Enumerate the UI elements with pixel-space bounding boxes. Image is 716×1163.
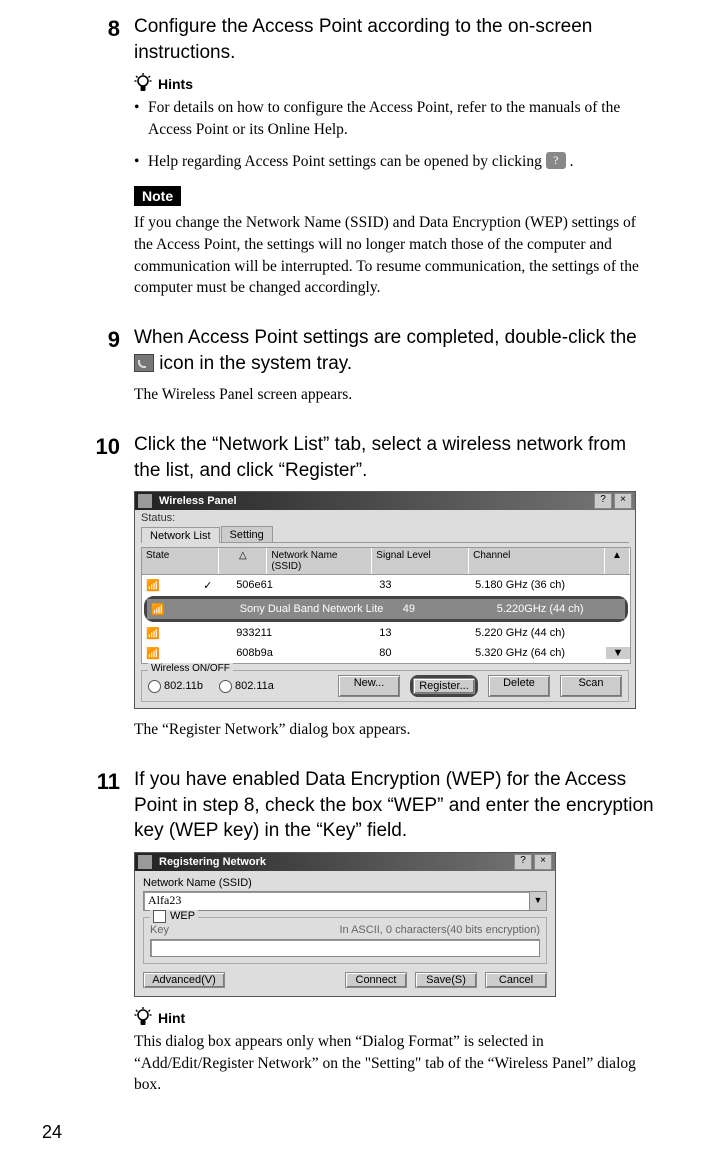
advanced-button[interactable]: Advanced(V)	[143, 972, 225, 988]
lightbulb-icon	[134, 1007, 152, 1029]
close-button[interactable]: ×	[614, 493, 632, 509]
network-icon: 📶	[142, 627, 184, 640]
register-button[interactable]: Register...	[413, 678, 475, 694]
register-network-window: Registering Network ? × Network Name (SS…	[134, 852, 556, 997]
hint1-text: For details on how to configure the Acce…	[148, 97, 656, 140]
scroll-down-button[interactable]: ▼	[606, 647, 630, 659]
selected-row-highlight: 📶 Sony Dual Band Network Lite 49 5.220GH…	[144, 596, 628, 622]
help-button[interactable]: ?	[594, 493, 612, 509]
ssid-label: Network Name (SSID)	[143, 877, 547, 889]
wireless-onoff-group: Wireless ON/OFF 802.11b 802.11a New... R…	[141, 670, 629, 702]
step-9-result: The Wireless Panel screen appears.	[134, 384, 656, 406]
key-input[interactable]	[150, 939, 540, 957]
step-number-11: 11	[40, 767, 134, 1096]
connect-button[interactable]: Connect	[345, 972, 407, 988]
hint-item: • Help regarding Access Point settings c…	[134, 151, 656, 173]
lightbulb-icon	[134, 73, 152, 95]
network-icon: 📶	[142, 647, 184, 660]
help-button[interactable]: ?	[514, 854, 532, 870]
hints-label: Hints	[158, 76, 193, 92]
cancel-button[interactable]: Cancel	[485, 972, 547, 988]
window-app-icon	[138, 494, 152, 508]
col-sort[interactable]: △	[219, 548, 267, 574]
network-table: State △ Network Name (SSID) Signal Level…	[141, 547, 631, 664]
delete-button[interactable]: Delete	[488, 675, 550, 697]
step-9-title: When Access Point settings are completed…	[134, 325, 656, 376]
wep-checkbox[interactable]	[153, 910, 166, 923]
step-number-9: 9	[40, 325, 134, 406]
wep-label: WEP	[170, 910, 195, 922]
network-icon: 📶	[142, 579, 184, 592]
hints-header: Hints	[134, 73, 656, 95]
radio-80211b[interactable]: 802.11b	[148, 680, 203, 693]
table-row[interactable]: 📶 933211 13 5.220 GHz (44 ch)	[142, 623, 630, 643]
radio-80211a[interactable]: 802.11a	[219, 680, 274, 693]
col-signal[interactable]: Signal Level	[372, 548, 469, 574]
save-button[interactable]: Save(S)	[415, 972, 477, 988]
scan-button[interactable]: Scan	[560, 675, 622, 697]
hint2-text: Help regarding Access Point settings can…	[148, 153, 546, 170]
step-number-8: 8	[40, 14, 134, 299]
ssid-select[interactable]: Alfa23 ▼	[143, 891, 547, 911]
step-11-hint: This dialog box appears only when “Dialo…	[134, 1031, 656, 1096]
col-state[interactable]: State	[142, 548, 219, 574]
note-badge: Note	[134, 186, 181, 206]
scroll-up-button[interactable]: ▲	[605, 548, 630, 574]
tab-setting[interactable]: Setting	[221, 526, 273, 542]
chevron-down-icon[interactable]: ▼	[529, 892, 546, 910]
step-10-result: The “Register Network” dialog box appear…	[134, 719, 656, 741]
hint-label: Hint	[158, 1010, 185, 1026]
system-tray-icon	[134, 354, 154, 372]
ssid-value: Alfa23	[144, 892, 529, 910]
table-row[interactable]: 📶 Sony Dual Band Network Lite 49 5.220GH…	[147, 599, 625, 619]
note-text: If you change the Network Name (SSID) an…	[134, 212, 656, 299]
window-title: Wireless Panel	[155, 495, 592, 507]
col-channel[interactable]: Channel	[469, 548, 605, 574]
step-8-title: Configure the Access Point according to …	[134, 14, 656, 65]
page: 8 Configure the Access Point according t…	[0, 0, 716, 1163]
page-number: 24	[42, 1122, 656, 1143]
hint-header: Hint	[134, 1007, 656, 1029]
window-title: Registering Network	[155, 856, 512, 868]
step-11: 11 If you have enabled Data Encryption (…	[40, 767, 656, 1096]
step-11-title: If you have enabled Data Encryption (WEP…	[134, 767, 656, 844]
wireless-onoff-label: Wireless ON/OFF	[148, 663, 233, 674]
close-button[interactable]: ×	[534, 854, 552, 870]
step-number-10: 10	[40, 432, 134, 741]
hint2-suffix: .	[570, 153, 574, 170]
step-9: 9 When Access Point settings are complet…	[40, 325, 656, 406]
step-8: 8 Configure the Access Point according t…	[40, 14, 656, 299]
status-label: Status:	[141, 512, 175, 524]
register-button-highlight: Register...	[410, 675, 478, 697]
col-ssid[interactable]: Network Name (SSID)	[267, 548, 372, 574]
check-icon: ✓	[184, 579, 232, 592]
key-label: Key	[150, 924, 169, 936]
step-10: 10 Click the “Network List” tab, select …	[40, 432, 656, 741]
table-row[interactable]: 📶 608b9a 80 5.320 GHz (64 ch) ▼	[142, 643, 630, 663]
network-icon: 📶	[147, 603, 188, 616]
tab-network-list[interactable]: Network List	[141, 527, 220, 543]
hint-item: • For details on how to configure the Ac…	[134, 97, 656, 140]
wireless-panel-window: Wireless Panel ? × Status: Network List …	[134, 491, 636, 709]
new-button[interactable]: New...	[338, 675, 400, 697]
window-app-icon	[138, 855, 152, 869]
help-icon	[546, 152, 566, 169]
wep-group: WEP Key In ASCII, 0 characters(40 bits e…	[143, 917, 547, 964]
table-row[interactable]: 📶 ✓ 506e61 33 5.180 GHz (36 ch)	[142, 575, 630, 595]
key-desc: In ASCII, 0 characters(40 bits encryptio…	[339, 924, 540, 936]
step-10-title: Click the “Network List” tab, select a w…	[134, 432, 656, 483]
